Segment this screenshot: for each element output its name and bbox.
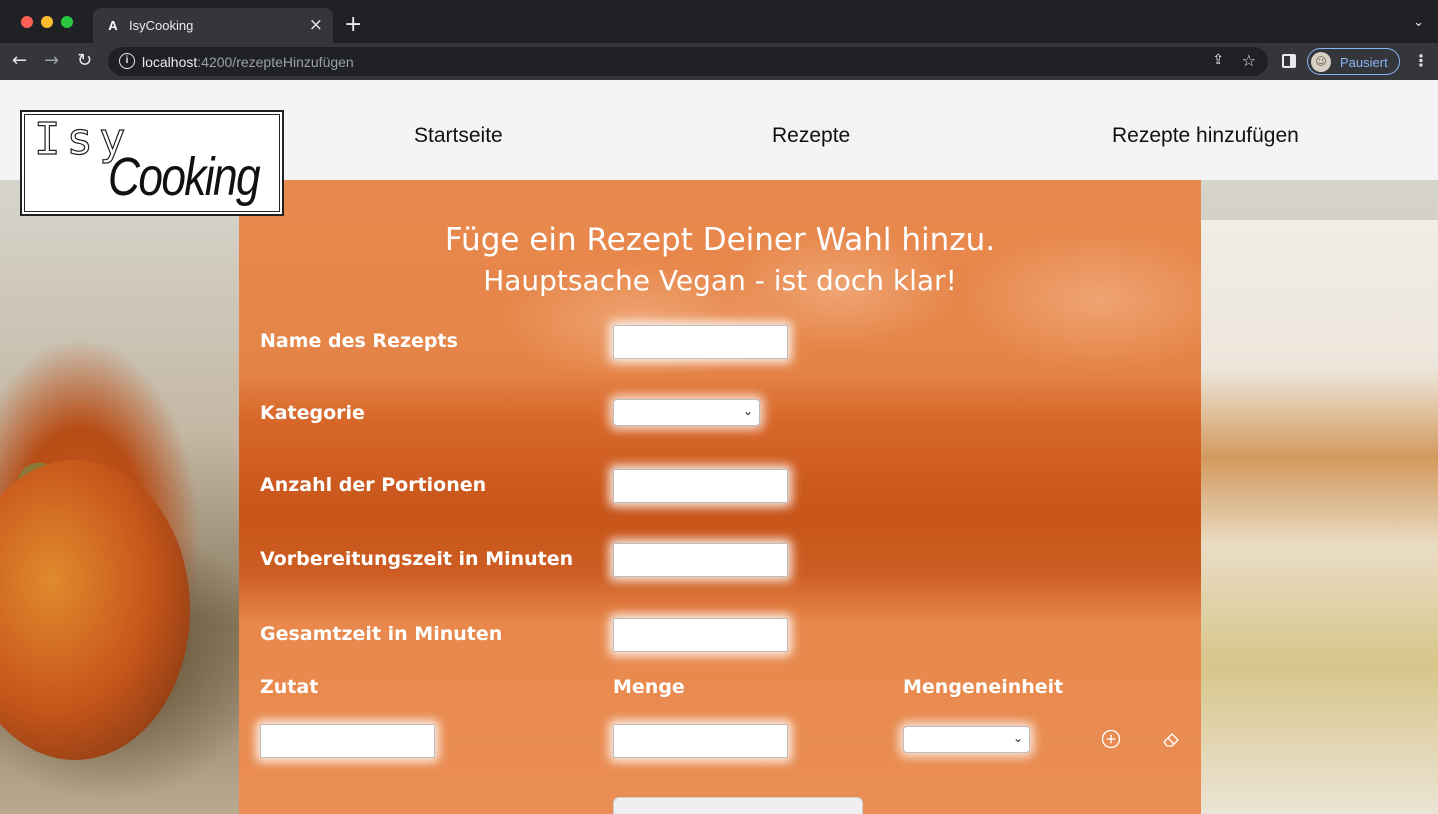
tab-title: IsyCooking bbox=[129, 18, 194, 33]
close-window-button[interactable] bbox=[21, 16, 33, 28]
side-panel-icon[interactable] bbox=[1282, 54, 1296, 68]
eraser-icon[interactable] bbox=[1161, 730, 1181, 750]
browser-toolbar: ← → ↻ i localhost:4200/rezepteHinzufügen… bbox=[0, 43, 1438, 80]
unit-label: Mengeneinheit bbox=[903, 676, 1064, 698]
portions-input[interactable] bbox=[613, 469, 788, 503]
submit-button[interactable] bbox=[613, 797, 863, 814]
plus-circle-icon[interactable] bbox=[1101, 729, 1121, 749]
cake-decoration bbox=[1200, 220, 1438, 814]
amount-input[interactable] bbox=[613, 724, 788, 758]
angular-icon: A bbox=[108, 18, 118, 33]
recipe-name-label: Name des Rezepts bbox=[260, 330, 458, 352]
star-icon[interactable]: ☆ bbox=[1242, 51, 1256, 70]
site-logo[interactable]: Isy Cooking bbox=[20, 110, 284, 216]
amount-label: Menge bbox=[613, 676, 685, 698]
info-icon[interactable]: i bbox=[119, 53, 135, 69]
chevron-down-icon: ⌄ bbox=[1012, 731, 1023, 745]
profile-label: Pausiert bbox=[1340, 55, 1388, 70]
total-time-input[interactable] bbox=[613, 618, 788, 652]
chevron-down-icon: ⌄ bbox=[742, 404, 753, 418]
more-icon[interactable]: ⋮ bbox=[1413, 51, 1429, 70]
share-icon[interactable]: ⇪ bbox=[1212, 52, 1224, 68]
total-time-label: Gesamtzeit in Minuten bbox=[260, 623, 503, 645]
chevron-down-icon[interactable]: ⌄ bbox=[1413, 15, 1424, 30]
nav-rezepte-hinzufuegen[interactable]: Rezepte hinzufügen bbox=[1112, 124, 1299, 148]
prep-time-input[interactable] bbox=[613, 543, 788, 577]
profile-button[interactable]: ☺ Pausiert bbox=[1307, 48, 1400, 75]
reload-icon[interactable]: ↻ bbox=[77, 50, 92, 72]
url-host: localhost bbox=[142, 54, 198, 70]
unit-select[interactable]: ⌄ bbox=[903, 726, 1030, 753]
recipe-form-panel: Füge ein Rezept Deiner Wahl hinzu. Haupt… bbox=[239, 180, 1201, 814]
recipe-name-input[interactable] bbox=[613, 325, 788, 359]
avatar: ☺ bbox=[1311, 52, 1331, 72]
minimize-window-button[interactable] bbox=[41, 16, 53, 28]
plus-icon[interactable]: + bbox=[344, 14, 362, 36]
back-arrow-icon[interactable]: ← bbox=[12, 50, 27, 72]
url-path: :4200/rezepteHinzufügen bbox=[197, 54, 354, 70]
category-select[interactable]: ⌄ bbox=[613, 399, 760, 426]
portions-label: Anzahl der Portionen bbox=[260, 474, 487, 496]
nav-rezepte[interactable]: Rezepte bbox=[772, 124, 850, 148]
logo-text-cooking: Cooking bbox=[108, 147, 261, 207]
ingredient-label: Zutat bbox=[260, 676, 319, 698]
ingredient-input[interactable] bbox=[260, 724, 435, 758]
close-icon[interactable]: × bbox=[309, 16, 323, 34]
nav-startseite[interactable]: Startseite bbox=[414, 124, 503, 148]
address-bar[interactable]: i localhost:4200/rezepteHinzufügen ⇪ ☆ bbox=[108, 47, 1268, 76]
maximize-window-button[interactable] bbox=[61, 16, 73, 28]
browser-tabstrip: A IsyCooking × + ⌄ bbox=[0, 0, 1438, 43]
forward-arrow-icon[interactable]: → bbox=[44, 50, 59, 72]
category-label: Kategorie bbox=[260, 402, 365, 424]
url-text[interactable]: localhost:4200/rezepteHinzufügen bbox=[142, 54, 354, 70]
browser-tab[interactable]: A IsyCooking × bbox=[93, 8, 333, 43]
page-viewport: Startseite Rezepte Rezepte hinzufügen Fü… bbox=[0, 80, 1438, 814]
page-subtitle: Hauptsache Vegan - ist doch klar! bbox=[483, 264, 957, 297]
prep-time-label: Vorbereitungszeit in Minuten bbox=[260, 548, 574, 570]
page-title: Füge ein Rezept Deiner Wahl hinzu. bbox=[444, 222, 996, 258]
